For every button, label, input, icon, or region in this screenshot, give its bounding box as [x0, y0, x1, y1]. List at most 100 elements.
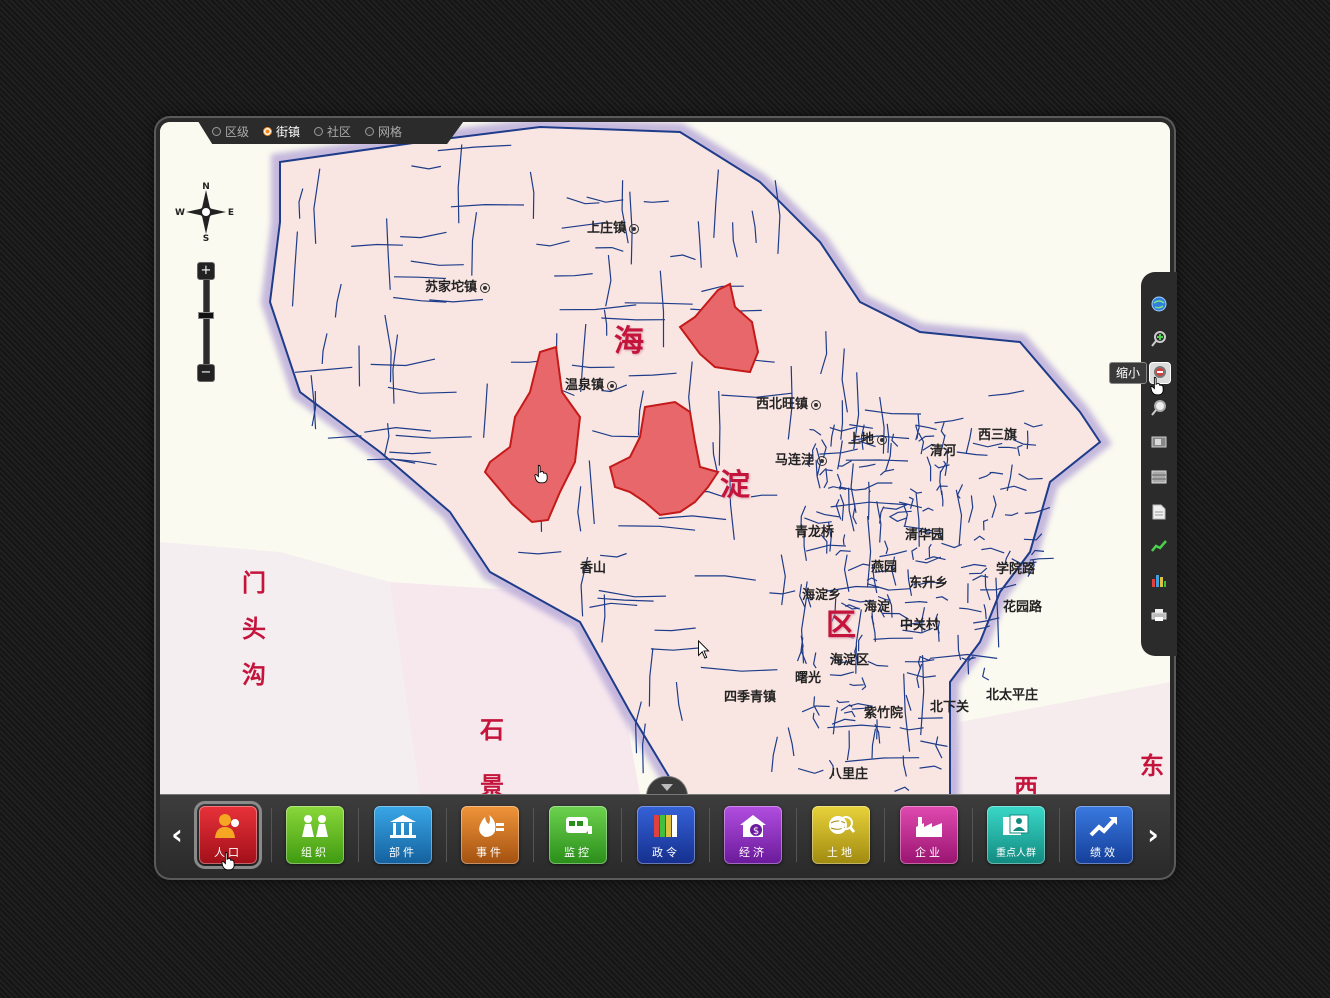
place-label: 马连洼: [775, 449, 828, 468]
place-label: 青龙桥: [795, 525, 835, 540]
place-label: 东升乡: [909, 576, 949, 591]
money-house-icon: $: [737, 812, 769, 840]
place-label: 中关村: [900, 618, 940, 633]
module-button-9[interactable]: 重点人群: [987, 806, 1045, 864]
next-arrow-button[interactable]: ›: [1143, 820, 1163, 850]
layer-icon[interactable]: [1149, 432, 1169, 452]
place-label: 八里庄: [829, 767, 869, 782]
place-label: 紫竹院: [864, 706, 904, 721]
place-label: 花园路: [1003, 600, 1043, 615]
radio-icon: [263, 126, 273, 136]
prev-arrow-button[interactable]: ‹: [167, 820, 187, 850]
module-label: 绩效: [1090, 846, 1118, 859]
globe-icon[interactable]: [1149, 294, 1169, 314]
place-label: 香山: [580, 561, 607, 576]
magnifier-icon[interactable]: [1149, 398, 1169, 418]
module-divider: [271, 808, 272, 862]
growth-icon: [1088, 812, 1120, 840]
module-divider: [533, 808, 534, 862]
module-divider: [709, 808, 710, 862]
compass-w: W: [175, 208, 185, 218]
boundary-segment: [867, 490, 870, 520]
module-button-7[interactable]: 土地: [812, 806, 870, 864]
bar-chart-icon[interactable]: [1149, 570, 1169, 590]
fire-icon: [474, 812, 506, 840]
compass-icon[interactable]: N S W E: [172, 182, 240, 244]
zoom-out-button[interactable]: −: [197, 364, 215, 382]
compass-n: N: [202, 182, 210, 192]
compass-e: E: [228, 208, 234, 218]
zoom-track[interactable]: [203, 280, 210, 372]
module-label: 政令: [652, 846, 680, 859]
globe-search-icon: [825, 812, 857, 840]
table-icon[interactable]: [1149, 467, 1169, 487]
place-label: 西三旗: [978, 428, 1018, 443]
zoom-in-button[interactable]: +: [197, 262, 215, 280]
level-option-grid[interactable]: 网格: [365, 123, 402, 140]
district-char-hai: 海: [614, 324, 644, 359]
level-option-street[interactable]: 街镇: [263, 123, 300, 140]
zoom-thumb[interactable]: [198, 312, 214, 319]
right-toolbar: [1141, 272, 1177, 656]
module-divider: [884, 808, 885, 862]
module-label: 事件: [476, 846, 504, 859]
place-dot-icon: [607, 380, 618, 391]
place-dot-icon: [629, 223, 640, 234]
place-label: 苏家坨镇: [425, 276, 491, 295]
district-char-dian: 淀: [720, 468, 750, 503]
place-label: 海淀区: [830, 653, 870, 668]
group-icon: [299, 812, 331, 840]
module-label: 部件: [389, 846, 417, 859]
module-divider: [621, 808, 622, 862]
place-label: 北下关: [930, 700, 970, 715]
module-button-8[interactable]: 企业: [900, 806, 958, 864]
place-label: 温泉镇: [565, 374, 618, 393]
document-icon[interactable]: [1149, 502, 1169, 522]
place-dot-icon: [480, 282, 491, 293]
module-label: 企业: [915, 846, 943, 859]
compass-s: S: [203, 234, 209, 242]
place-label: 北太平庄: [986, 688, 1039, 703]
place-label: 上地: [848, 428, 888, 447]
module-label: 重点人群: [996, 848, 1036, 859]
module-button-2[interactable]: 部件: [374, 806, 432, 864]
module-button-3[interactable]: 事件: [461, 806, 519, 864]
map-frame: [156, 118, 1174, 878]
place-dot-icon: [817, 455, 828, 466]
module-button-1[interactable]: 组织: [286, 806, 344, 864]
trend-icon[interactable]: [1149, 536, 1169, 556]
module-button-5[interactable]: 政令: [637, 806, 695, 864]
svg-text:$: $: [753, 826, 759, 837]
neighbor-mentougou: 门头沟: [242, 568, 266, 689]
place-dot-icon: [877, 434, 888, 445]
module-button-4[interactable]: 监控: [549, 806, 607, 864]
level-option-community[interactable]: 社区: [314, 123, 351, 140]
books-icon: [650, 812, 682, 840]
module-label: 监控: [564, 846, 592, 859]
boundary-segment: [358, 345, 361, 387]
zoom-out-icon[interactable]: [1149, 362, 1171, 384]
person-icon: [212, 812, 244, 840]
module-divider: [446, 808, 447, 862]
profile-icon: [1000, 812, 1032, 840]
module-divider: [796, 808, 797, 862]
neighbor-dong: 东: [1140, 751, 1164, 780]
module-divider: [1059, 808, 1060, 862]
place-label: 西北旺镇: [756, 393, 822, 412]
module-label: 组织: [301, 846, 329, 859]
module-button-0[interactable]: 人口: [194, 801, 262, 869]
zoom-slider: + −: [197, 262, 215, 382]
tooltip-zoom-out: 缩小: [1109, 362, 1148, 384]
printer-icon[interactable]: [1149, 605, 1169, 625]
level-selector: 区级 街镇 社区 网格: [196, 118, 466, 144]
factory-icon: [913, 812, 945, 840]
module-label: 土地: [827, 846, 855, 859]
monitor-icon: [562, 812, 594, 840]
module-divider: [358, 808, 359, 862]
module-label: 人口: [214, 846, 242, 859]
level-option-district[interactable]: 区级: [212, 123, 249, 140]
zoom-in-icon[interactable]: [1149, 329, 1169, 349]
module-button-10[interactable]: 绩效: [1075, 806, 1133, 864]
module-button-6[interactable]: $ 经济: [724, 806, 782, 864]
radio-icon: [365, 126, 375, 136]
